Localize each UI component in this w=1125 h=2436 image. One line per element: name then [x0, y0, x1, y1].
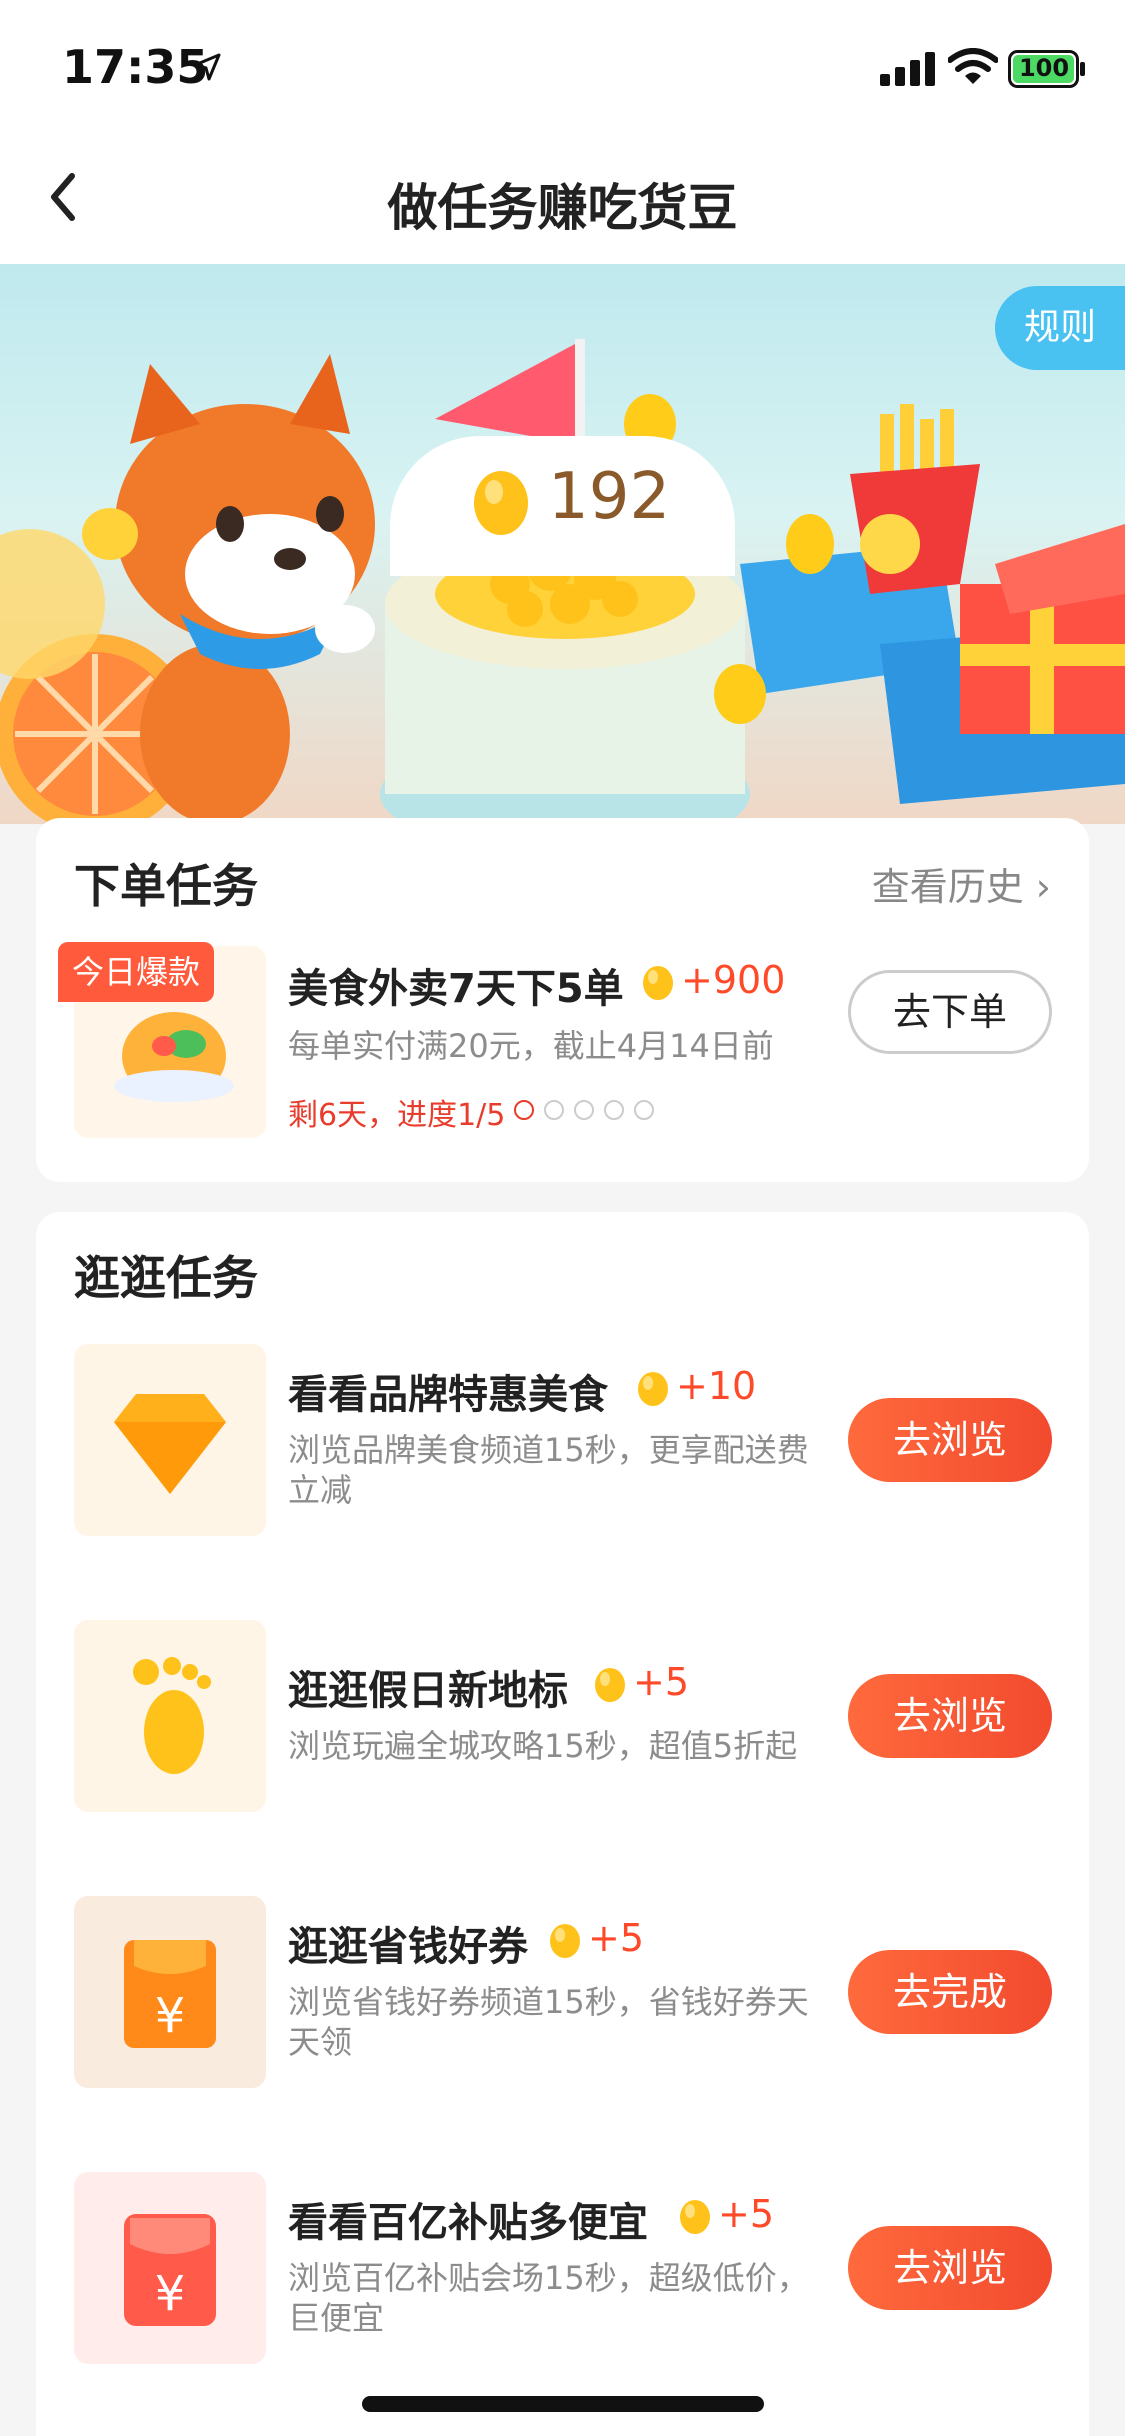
browse-task-thumbnail	[74, 1344, 266, 1536]
progress-dot-done	[514, 1100, 534, 1120]
coin-icon	[638, 1372, 668, 1406]
coin-icon	[643, 966, 673, 1000]
progress-dot	[634, 1100, 654, 1120]
progress-dot	[574, 1100, 594, 1120]
view-history-link[interactable]: 查看历史 ›	[872, 856, 1051, 911]
browse-button[interactable]: 去浏览	[848, 1398, 1052, 1482]
red-envelope-icon: ¥	[124, 2214, 216, 2326]
order-section-title: 下单任务	[74, 859, 258, 913]
coin-icon	[550, 1924, 580, 1958]
coin-icon	[595, 1668, 625, 1702]
progress-dot	[544, 1100, 564, 1120]
nav-bar: 做任务赚吃货豆	[0, 132, 1125, 264]
svg-text:¥: ¥	[155, 1988, 186, 2044]
battery-level: 100	[1018, 54, 1070, 82]
order-task-desc: 每单实付满20元，截止4月14日前	[288, 1027, 774, 1065]
browse-task-title: 看看品牌特惠美食	[288, 1372, 608, 1418]
cellular-signal-icon	[880, 52, 935, 86]
browse-task-reward: +5	[718, 2192, 775, 2236]
wifi-icon	[948, 48, 998, 84]
status-time: 17:35	[62, 40, 209, 94]
rules-button[interactable]: 规则	[995, 286, 1125, 370]
complete-button[interactable]: 去完成	[848, 1950, 1052, 2034]
browse-task-thumbnail: ¥	[74, 2172, 266, 2364]
browse-task-thumbnail	[74, 1620, 266, 1812]
browse-task-title: 逛逛假日新地标	[288, 1668, 568, 1714]
home-indicator	[362, 2396, 764, 2412]
browse-task-thumbnail: ¥	[74, 1896, 266, 2088]
browse-task-card: 逛逛任务 看看品牌特惠美食 +10 浏览品牌美食频道15秒，更享配送费立减 去浏…	[36, 1212, 1089, 2436]
location-arrow-icon	[193, 53, 221, 81]
footprint-icon	[133, 1657, 211, 1774]
browse-task-desc: 浏览玩遍全城攻略15秒，超值5折起	[288, 1727, 798, 1765]
order-task-progress: 剩6天，进度1/5	[288, 1098, 506, 1133]
bean-coin-icon	[474, 471, 528, 535]
browse-task-reward: +10	[676, 1364, 757, 1408]
browse-section-title: 逛逛任务	[74, 1251, 258, 1305]
coin-icon	[680, 2200, 710, 2234]
browse-button[interactable]: 去浏览	[848, 2226, 1052, 2310]
place-order-button[interactable]: 去下单	[848, 970, 1052, 1054]
browse-task-desc: 浏览品牌美食频道15秒，更享配送费立减	[288, 1431, 809, 1509]
browse-task-reward: +5	[588, 1916, 645, 1960]
bean-balance: 192	[548, 460, 671, 534]
status-bar: 17:35 100	[0, 0, 1125, 132]
hot-badge: 今日爆款	[58, 942, 215, 1002]
svg-text:¥: ¥	[155, 2266, 186, 2322]
browse-task-desc: 浏览百亿补贴会场15秒，超级低价，巨便宜	[288, 2259, 809, 2337]
progress-dots	[514, 1100, 654, 1120]
browse-task-title: 看看百亿补贴多便宜	[288, 2200, 648, 2246]
order-task-title: 美食外卖7天下5单	[288, 966, 624, 1012]
browse-task-title: 逛逛省钱好券	[288, 1924, 528, 1970]
order-task-reward: +900	[681, 958, 786, 1002]
order-task-card: 下单任务 查看历史 › 今日爆款 美食外卖7天下5单 +900 每单实付满20元…	[36, 818, 1089, 1182]
progress-dot	[604, 1100, 624, 1120]
coupon-icon: ¥	[124, 1940, 216, 2048]
diamond-icon	[114, 1394, 226, 1494]
browse-button[interactable]: 去浏览	[848, 1674, 1052, 1758]
browse-task-reward: +5	[633, 1660, 690, 1704]
page-title: 做任务赚吃货豆	[387, 179, 738, 237]
browse-task-desc: 浏览省钱好券频道15秒，省钱好券天天领	[288, 1983, 809, 2061]
